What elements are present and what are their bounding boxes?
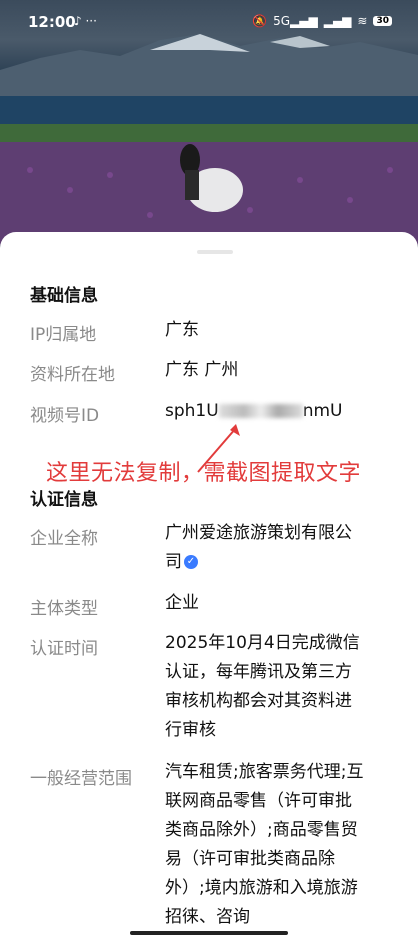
status-time: 12:00 bbox=[28, 13, 76, 31]
wifi-icon: ≋ bbox=[357, 14, 368, 28]
battery-icon: 30 bbox=[373, 16, 392, 26]
label-business-scope: 一般经营范围 bbox=[30, 769, 132, 789]
annotation-text: 这里无法复制，需截图提取文字 bbox=[46, 461, 362, 486]
signal2-icon: ▂▄▆ bbox=[323, 14, 352, 28]
status-bar: 12:00 ♪ ··· 🔕 5G▂▄▆ ▂▄▆ ≋ 30 bbox=[0, 0, 418, 44]
value-business-scope: 汽车租赁;旅客票务代理;互联网商品零售（许可审批类商品除外）;商品零售贸易（许可… bbox=[165, 762, 364, 927]
drag-handle[interactable] bbox=[197, 250, 233, 254]
value-ip: 广东 bbox=[165, 320, 199, 340]
label-entity-type: 主体类型 bbox=[30, 599, 98, 619]
value-cert-time: 2025年10月4日完成微信认证，每年腾讯及第三方审核机构都会对其资料进行审核 bbox=[165, 633, 360, 740]
notification-icons: ♪ ··· bbox=[74, 14, 97, 28]
label-ip: IP归属地 bbox=[30, 325, 97, 345]
section-title-basic: 基础信息 bbox=[30, 286, 98, 306]
verified-icon: ✓ bbox=[184, 555, 198, 569]
home-indicator[interactable] bbox=[130, 931, 288, 935]
system-icons: 🔕 5G▂▄▆ ▂▄▆ ≋ 30 bbox=[252, 14, 392, 28]
label-cert-time: 认证时间 bbox=[30, 639, 98, 659]
value-entity-type: 企业 bbox=[165, 593, 199, 613]
label-location: 资料所在地 bbox=[30, 365, 115, 385]
mute-icon: 🔕 bbox=[252, 14, 268, 28]
profile-cover-image: 12:00 ♪ ··· 🔕 5G▂▄▆ ▂▄▆ ≋ 30 bbox=[0, 0, 418, 245]
value-company-name: 广州爱途旅游策划有限公司 ✓ bbox=[165, 523, 352, 572]
label-company-name: 企业全称 bbox=[30, 529, 98, 549]
section-title-cert: 认证信息 bbox=[30, 490, 98, 510]
redacted-blur bbox=[218, 404, 303, 418]
value-location: 广东 广州 bbox=[165, 360, 239, 380]
label-channel-id: 视频号ID bbox=[30, 406, 100, 426]
signal-icon: 5G▂▄▆ bbox=[273, 14, 318, 28]
